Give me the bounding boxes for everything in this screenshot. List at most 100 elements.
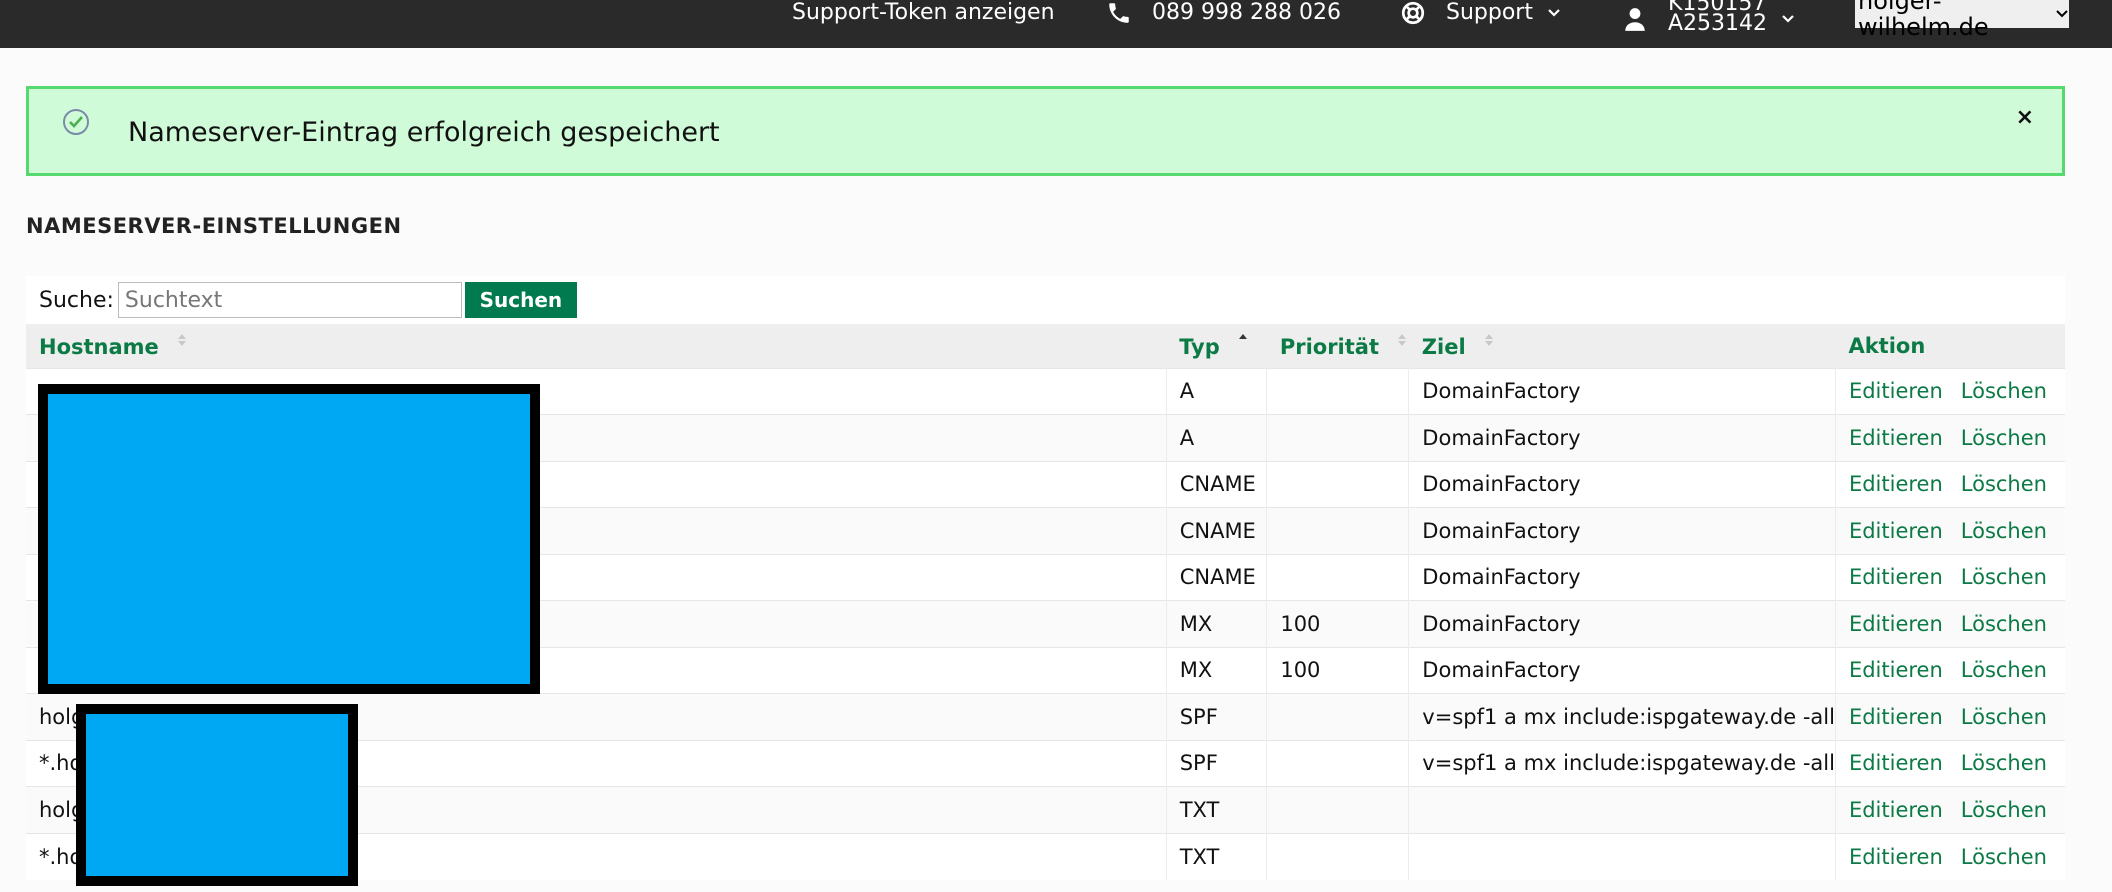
column-header-hostname[interactable]: Hostname bbox=[26, 324, 1167, 368]
sort-icon bbox=[1483, 332, 1495, 348]
delete-link[interactable]: Löschen bbox=[1961, 798, 2047, 822]
column-header-prioritaet[interactable]: Priorität bbox=[1266, 324, 1409, 368]
cell-ziel: v=spf1 a mx include:ispgateway.de -all bbox=[1408, 693, 1836, 740]
edit-link[interactable]: Editieren bbox=[1849, 751, 1943, 775]
cell-aktion: Editieren Löschen bbox=[1835, 646, 2065, 694]
account-ids: K150157 A253142 bbox=[1668, 0, 1768, 36]
cell-prioritaet bbox=[1266, 553, 1410, 601]
cell-typ: TXT bbox=[1166, 786, 1268, 833]
cell-prioritaet bbox=[1266, 507, 1410, 554]
cell-ziel: DomainFactory bbox=[1408, 414, 1836, 461]
cell-aktion: Editieren Löschen bbox=[1835, 414, 2065, 461]
cell-typ: CNAME bbox=[1166, 507, 1268, 554]
cell-prioritaet bbox=[1266, 693, 1410, 740]
cell-prioritaet bbox=[1266, 414, 1410, 461]
cell-ziel: v=spf1 a mx include:ispgateway.de -all bbox=[1408, 739, 1836, 787]
domain-select-value: holger-wilhelm.de bbox=[1858, 0, 1989, 41]
cell-ziel: DomainFactory bbox=[1408, 507, 1836, 554]
account-menu[interactable]: K150157 A253142 bbox=[1622, 0, 1795, 36]
edit-link[interactable]: Editieren bbox=[1849, 705, 1943, 729]
alert-message: Nameserver-Eintrag erfolgreich gespeiche… bbox=[128, 117, 720, 148]
delete-link[interactable]: Löschen bbox=[1961, 751, 2047, 775]
top-bar: Support-Token anzeigen 089 998 288 026 S… bbox=[0, 0, 2112, 48]
cell-typ: SPF bbox=[1166, 739, 1268, 787]
edit-link[interactable]: Editieren bbox=[1849, 565, 1943, 589]
cell-aktion: Editieren Löschen bbox=[1835, 832, 2065, 880]
search-input[interactable] bbox=[117, 282, 462, 318]
cell-aktion: Editieren Löschen bbox=[1835, 786, 2065, 833]
delete-link[interactable]: Löschen bbox=[1961, 705, 2047, 729]
aktion-header-label: Aktion bbox=[1848, 333, 1926, 358]
edit-link[interactable]: Editieren bbox=[1849, 658, 1943, 682]
cell-typ: CNAME bbox=[1166, 460, 1268, 508]
sort-icon bbox=[176, 332, 188, 348]
phone-number: 089 998 288 026 bbox=[1152, 0, 1341, 25]
cell-ziel: DomainFactory bbox=[1408, 600, 1836, 647]
chevron-down-icon bbox=[1547, 6, 1561, 20]
phone-icon bbox=[1106, 0, 1134, 26]
edit-link[interactable]: Editieren bbox=[1849, 472, 1943, 496]
cell-ziel: DomainFactory bbox=[1408, 367, 1836, 415]
edit-link[interactable]: Editieren bbox=[1849, 612, 1943, 636]
user-icon bbox=[1622, 6, 1650, 32]
close-icon[interactable]: × bbox=[2016, 105, 2034, 130]
cell-aktion: Editieren Löschen bbox=[1835, 507, 2065, 554]
cell-prioritaet: 100 bbox=[1266, 600, 1410, 647]
delete-link[interactable]: Löschen bbox=[1961, 472, 2047, 496]
cell-aktion: Editieren Löschen bbox=[1835, 600, 2065, 647]
edit-link[interactable]: Editieren bbox=[1849, 519, 1943, 543]
cell-prioritaet bbox=[1266, 786, 1410, 833]
column-header-typ[interactable]: Typ bbox=[1166, 324, 1267, 368]
search-bar: Suche: Suchen bbox=[26, 276, 2065, 324]
support-token-link[interactable]: Support-Token anzeigen bbox=[792, 0, 1055, 26]
cell-aktion: Editieren Löschen bbox=[1835, 553, 2065, 601]
domain-select[interactable]: holger-wilhelm.de bbox=[1855, 0, 2069, 40]
edit-link[interactable]: Editieren bbox=[1849, 379, 1943, 403]
cell-prioritaet bbox=[1266, 367, 1410, 415]
support-token-label: Support-Token anzeigen bbox=[792, 0, 1055, 25]
edit-link[interactable]: Editieren bbox=[1849, 845, 1943, 869]
cell-ziel: DomainFactory bbox=[1408, 460, 1836, 508]
lifebuoy-icon bbox=[1400, 0, 1428, 26]
cell-typ: CNAME bbox=[1166, 553, 1268, 601]
cell-prioritaet bbox=[1266, 832, 1410, 880]
success-alert: Nameserver-Eintrag erfolgreich gespeiche… bbox=[26, 86, 2065, 176]
support-label: Support bbox=[1446, 0, 1533, 25]
cell-typ: MX bbox=[1166, 646, 1268, 694]
edit-link[interactable]: Editieren bbox=[1849, 798, 1943, 822]
delete-link[interactable]: Löschen bbox=[1961, 426, 2047, 450]
page-title: NAMESERVER-EINSTELLUNGEN bbox=[26, 214, 402, 238]
cell-prioritaet: 100 bbox=[1266, 646, 1410, 694]
cell-typ: MX bbox=[1166, 600, 1268, 647]
typ-header-label: Typ bbox=[1179, 335, 1220, 360]
search-button[interactable]: Suchen bbox=[464, 282, 577, 318]
prioritaet-header-label: Priorität bbox=[1279, 335, 1380, 360]
cell-aktion: Editieren Löschen bbox=[1835, 367, 2065, 415]
account-id: A253142 bbox=[1668, 11, 1768, 36]
table-header-row: Hostname Typ Priorität Ziel Aktion bbox=[26, 324, 2065, 368]
cell-ziel: DomainFactory bbox=[1408, 646, 1836, 694]
check-circle-icon bbox=[61, 107, 91, 137]
edit-link[interactable]: Editieren bbox=[1849, 426, 1943, 450]
hostname-header-label: Hostname bbox=[39, 335, 159, 360]
cell-typ: SPF bbox=[1166, 693, 1268, 740]
delete-link[interactable]: Löschen bbox=[1961, 519, 2047, 543]
cell-ziel: DomainFactory bbox=[1408, 553, 1836, 601]
redaction-block bbox=[76, 704, 358, 886]
ziel-header-label: Ziel bbox=[1421, 335, 1466, 360]
cell-aktion: Editieren Löschen bbox=[1835, 460, 2065, 508]
chevron-down-icon bbox=[1781, 12, 1795, 26]
cell-typ: TXT bbox=[1166, 832, 1268, 880]
column-header-aktion: Aktion bbox=[1835, 324, 2065, 368]
support-menu[interactable]: Support bbox=[1400, 0, 1561, 26]
delete-link[interactable]: Löschen bbox=[1961, 379, 2047, 403]
cell-typ: A bbox=[1166, 367, 1268, 415]
delete-link[interactable]: Löschen bbox=[1961, 565, 2047, 589]
delete-link[interactable]: Löschen bbox=[1961, 845, 2047, 869]
column-header-ziel[interactable]: Ziel bbox=[1408, 324, 1836, 368]
delete-link[interactable]: Löschen bbox=[1961, 658, 2047, 682]
delete-link[interactable]: Löschen bbox=[1961, 612, 2047, 636]
cell-prioritaet bbox=[1266, 739, 1410, 787]
cell-ziel bbox=[1408, 786, 1836, 833]
phone-link[interactable]: 089 998 288 026 bbox=[1106, 0, 1341, 26]
